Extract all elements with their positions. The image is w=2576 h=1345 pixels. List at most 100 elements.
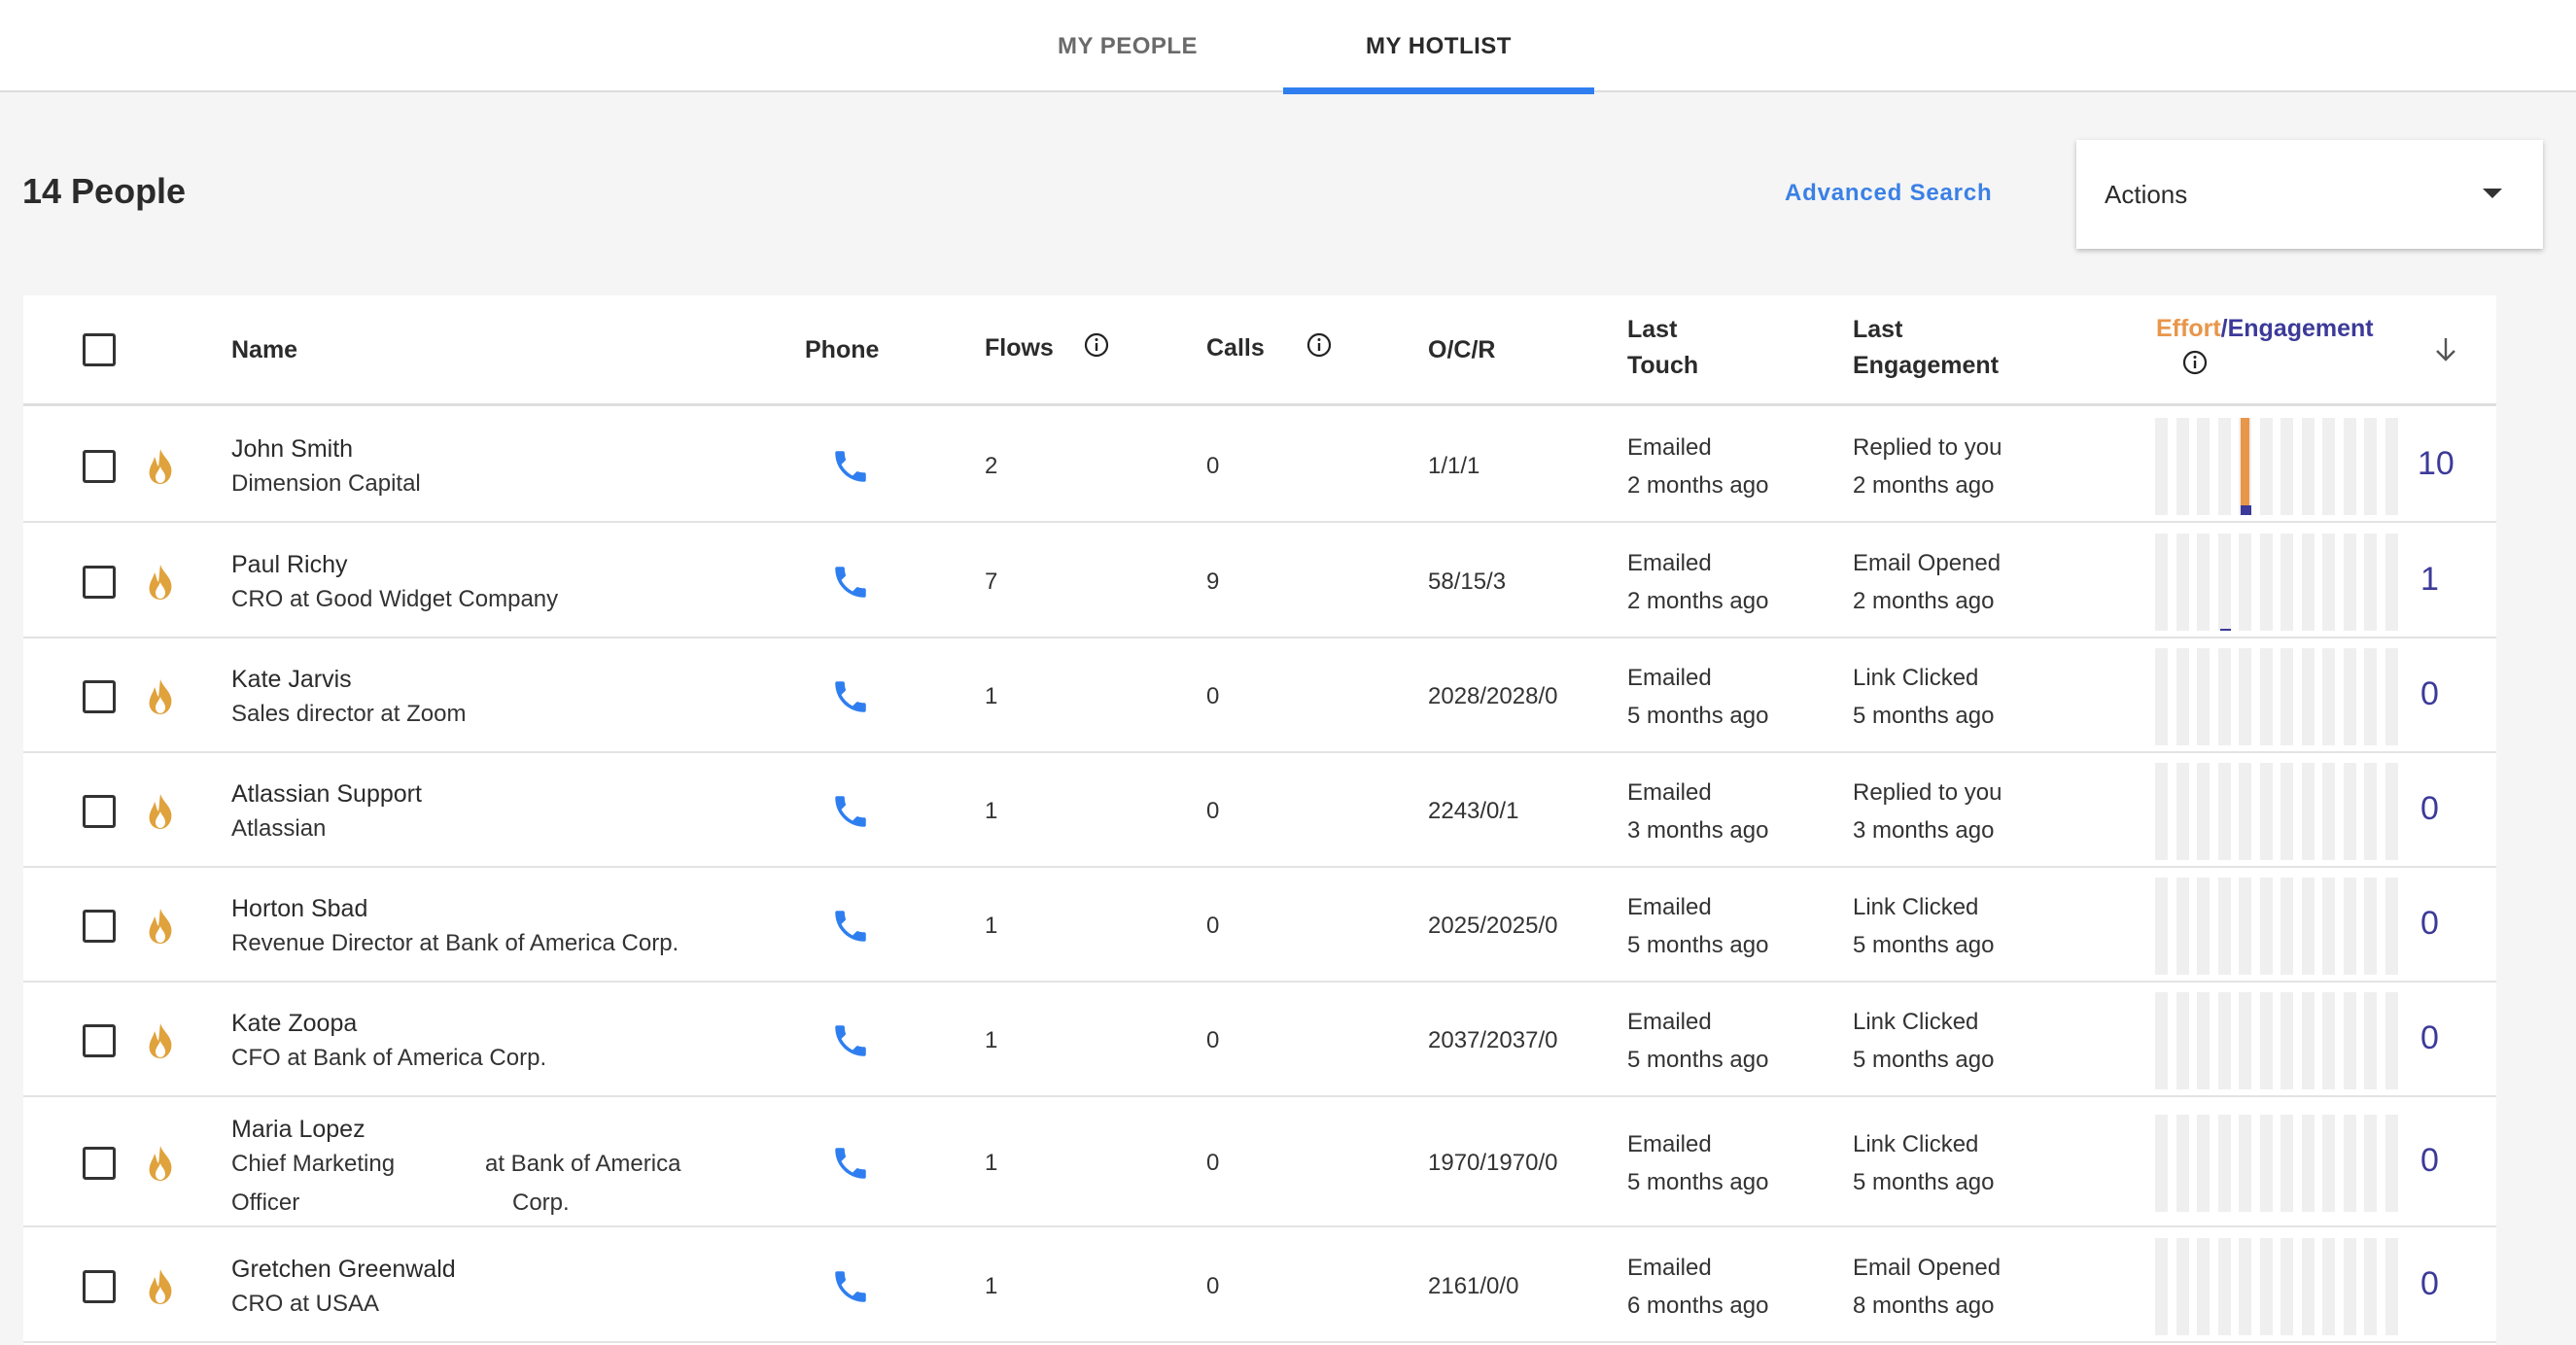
active-tab-indicator [1283, 87, 1594, 94]
caret-down-icon [2483, 189, 2502, 198]
person-name[interactable]: Gretchen Greenwald [231, 1251, 456, 1288]
table-row[interactable]: Gretchen Greenwald CRO at USAA 1 0 2161/0/0 E… [23, 1229, 2496, 1343]
ocr-value: 2028/2028/0 [1428, 682, 1558, 709]
chart-bar-background [2217, 417, 2231, 515]
chart-bar-background [2176, 991, 2189, 1089]
phone-icon[interactable] [830, 1143, 871, 1184]
effort-engagement-chart [2155, 533, 2404, 631]
phone-icon[interactable] [830, 446, 871, 487]
engagement-score: 10 [2418, 444, 2454, 482]
chart-bar-background [2239, 762, 2251, 860]
row-checkbox[interactable] [83, 565, 116, 599]
chart-bar-background [2197, 1237, 2210, 1335]
chart-bar-background [2197, 991, 2210, 1089]
phone-icon[interactable] [830, 791, 871, 832]
chart-bar-background [2259, 991, 2273, 1089]
chart-bar-background [2239, 533, 2251, 631]
last-engagement-time: 3 months ago [1853, 816, 1995, 844]
row-checkbox[interactable] [83, 449, 116, 483]
last-engagement-time: 8 months ago [1853, 1292, 1995, 1319]
person-name[interactable]: Maria Lopez [231, 1111, 366, 1148]
effort-info-icon[interactable] [2182, 350, 2208, 375]
chart-bar-background [2259, 533, 2273, 631]
calls-count: 0 [1206, 1149, 1220, 1176]
calls-count: 0 [1206, 797, 1220, 824]
row-checkbox[interactable] [83, 679, 116, 713]
chart-bar-background [2197, 533, 2210, 631]
chart-bar-background [2176, 647, 2189, 745]
person-name[interactable]: Paul Richy [231, 546, 348, 583]
chart-bar-background [2301, 647, 2315, 745]
phone-icon[interactable] [830, 906, 871, 947]
table-row[interactable]: Kate Zoopa CFO at Bank of America Corp. 1 0… [23, 983, 2496, 1097]
person-title-part-1: Chief Marketing [231, 1150, 396, 1177]
last-engagement-line-2: Engagement [1853, 352, 2000, 379]
column-header-last-engagement[interactable]: Last Engagement [1853, 312, 1999, 384]
chart-bar-background [2343, 1114, 2356, 1212]
phone-icon[interactable] [830, 1020, 871, 1061]
engagement-score: 0 [2420, 1141, 2439, 1179]
column-header-name[interactable]: Name [231, 332, 297, 368]
arrow-down-icon[interactable] [2434, 336, 2457, 363]
row-checkbox[interactable] [83, 909, 116, 943]
chart-bar-background [2155, 647, 2168, 745]
person-name[interactable]: Atlassian Support [231, 776, 422, 812]
chart-bar-background [2155, 1114, 2168, 1212]
chart-bar-background [2385, 1114, 2398, 1212]
row-checkbox[interactable] [83, 794, 116, 828]
flows-count: 1 [985, 682, 998, 709]
table-row[interactable]: Maria Lopez Chief Marketing Officer at Bank… [23, 1098, 2496, 1227]
phone-icon[interactable] [830, 562, 871, 603]
last-touch-type: Emailed [1627, 433, 1712, 461]
person-title: Revenue Director at Bank of America Corp… [231, 929, 679, 956]
last-touch-time: 5 months ago [1627, 702, 1769, 729]
column-header-ocr[interactable]: O/C/R [1428, 332, 1495, 368]
column-header-phone[interactable]: Phone [805, 332, 879, 368]
chart-bar-background [2155, 991, 2168, 1089]
chart-bar-background [2364, 762, 2377, 860]
calls-count: 0 [1206, 682, 1220, 709]
flows-info-icon[interactable] [1084, 332, 1109, 358]
chart-bar-background [2322, 647, 2335, 745]
advanced-search-link[interactable]: Advanced Search [1785, 180, 1992, 207]
table-row[interactable]: Paul Richy CRO at Good Widget Company 7 9 58… [23, 525, 2496, 638]
chart-bar-background [2364, 1114, 2377, 1212]
flame-icon [144, 563, 177, 602]
row-checkbox[interactable] [83, 1023, 116, 1057]
person-name[interactable]: John Smith [231, 431, 353, 467]
table-row[interactable]: Atlassian Support Atlassian 1 0 2243/0/1 Emai… [23, 754, 2496, 868]
actions-dropdown[interactable]: Actions [2076, 140, 2543, 249]
table-row[interactable]: John Smith Dimension Capital 2 0 1/1/1 Emaile… [23, 409, 2496, 523]
column-header-effort-engagement[interactable]: Effort/Engagement [2156, 311, 2374, 347]
person-name[interactable]: Horton Sbad [231, 890, 367, 927]
column-header-calls[interactable]: Calls [1206, 330, 1265, 366]
column-header-flows[interactable]: Flows [985, 330, 1054, 366]
column-header-last-touch[interactable]: Last Touch [1627, 312, 1698, 384]
people-count: 14 People [22, 171, 187, 211]
tab-my-hotlist[interactable]: MY HOTLIST [1283, 0, 1594, 94]
chart-bar-background [2197, 1114, 2210, 1212]
row-checkbox[interactable] [83, 1269, 116, 1303]
last-engagement-type: Replied to you [1853, 778, 2002, 806]
chart-bar-background [2176, 877, 2189, 975]
flame-icon [144, 792, 177, 831]
calls-info-icon[interactable] [1306, 332, 1332, 358]
select-all-checkbox[interactable] [83, 333, 116, 366]
phone-icon[interactable] [830, 676, 871, 717]
chart-bar-background [2217, 762, 2231, 860]
table-row[interactable]: Horton Sbad Revenue Director at Bank of A… [23, 869, 2496, 983]
last-engagement-type: Email Opened [1853, 1254, 2002, 1281]
tab-my-people[interactable]: MY PEOPLE [1030, 0, 1225, 92]
row-checkbox[interactable] [83, 1146, 116, 1180]
person-name[interactable]: Kate Zoopa [231, 1005, 357, 1042]
person-name[interactable]: Kate Jarvis [231, 661, 352, 698]
chart-bar-background [2280, 533, 2293, 631]
tab-my-hotlist-label: MY HOTLIST [1366, 32, 1512, 59]
table-row[interactable]: Kate Jarvis Sales director at Zoom 1 0 2028/… [23, 639, 2496, 753]
chart-bar-background [2259, 1114, 2273, 1212]
chart-bar-background [2155, 1237, 2168, 1335]
last-engagement-type: Link Clicked [1853, 893, 1979, 920]
last-engagement-type: Link Clicked [1853, 1008, 1979, 1035]
engagement-bar [2219, 628, 2231, 631]
phone-icon[interactable] [830, 1266, 871, 1307]
